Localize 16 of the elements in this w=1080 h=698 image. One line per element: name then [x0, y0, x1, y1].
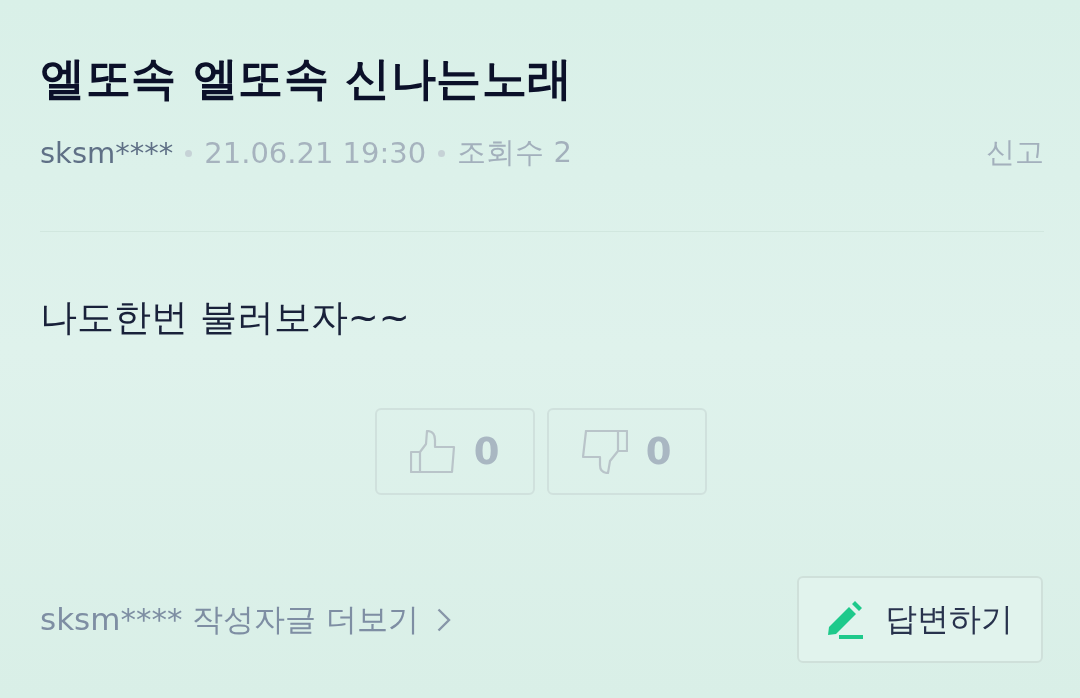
- pencil-icon: [825, 600, 863, 639]
- view-count: 조회수 2: [457, 134, 572, 171]
- question-body: 나도한번 불러보자~~: [40, 295, 411, 341]
- separator-dot-icon: [438, 149, 446, 157]
- dislike-button[interactable]: 0: [546, 408, 707, 495]
- report-link[interactable]: 신고: [986, 133, 1044, 173]
- separator-dot-icon: [185, 149, 193, 157]
- like-button[interactable]: 0: [374, 408, 535, 495]
- chevron-right-icon: [437, 607, 452, 632]
- question-title: 엘또속 엘또속 신나는노래: [40, 51, 574, 107]
- post-date: 21.06.21 19:30: [204, 136, 427, 170]
- author-posts-link[interactable]: sksm**** 작성자글 더보기: [40, 598, 452, 641]
- thumbs-up-icon: [409, 429, 456, 474]
- answer-button[interactable]: 답변하기: [797, 576, 1043, 663]
- thumbs-down-icon: [581, 429, 628, 474]
- author-name: sksm****: [40, 136, 174, 170]
